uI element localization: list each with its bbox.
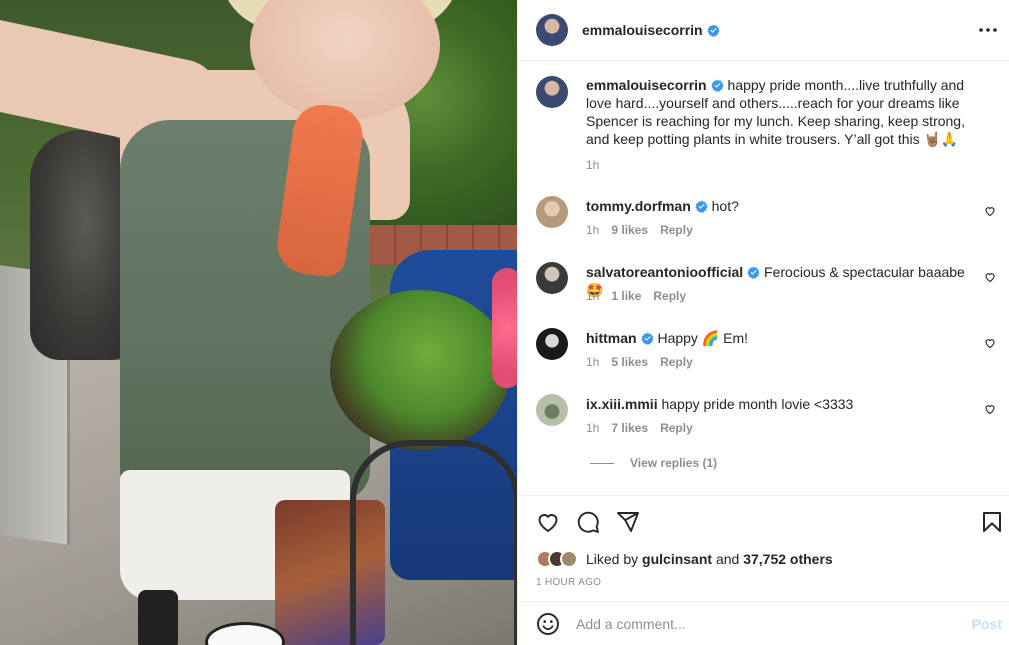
comment-text: happy pride month lovie <3333 bbox=[661, 396, 854, 412]
more-options-button[interactable] bbox=[978, 20, 998, 40]
liked-by-user[interactable]: gulcinsant bbox=[642, 551, 712, 567]
comment-meta: 1h 9 likes Reply bbox=[586, 223, 693, 237]
heart-icon[interactable] bbox=[984, 271, 996, 283]
caption-avatar[interactable] bbox=[536, 76, 568, 108]
comment-meta: 1h 5 likes Reply bbox=[586, 355, 693, 369]
comment-text: Happy 🌈 Em! bbox=[657, 330, 749, 346]
photo-boot bbox=[138, 590, 178, 645]
post-timestamp[interactable]: 1 HOUR AGO bbox=[536, 577, 601, 588]
liked-by: Liked by gulcinsant and 37,752 others bbox=[536, 550, 833, 568]
post-actions: Liked by gulcinsant and 37,752 others 1 … bbox=[518, 495, 1009, 601]
author-name-wrap: emmalouisecorrin bbox=[582, 22, 720, 38]
comment-meta: 1h 1 like Reply bbox=[586, 289, 686, 303]
share-button[interactable] bbox=[616, 510, 640, 534]
smiley-icon bbox=[537, 612, 559, 635]
comment-body: ix.xiii.mmii happy pride month lovie <33… bbox=[586, 395, 976, 413]
heart-icon[interactable] bbox=[984, 205, 996, 217]
comment-avatar[interactable] bbox=[536, 196, 568, 228]
caption-body: emmalouisecorrin happy pride month....li… bbox=[586, 76, 976, 148]
comment-button[interactable] bbox=[576, 510, 600, 534]
comments-section[interactable]: emmalouisecorrin happy pride month....li… bbox=[518, 61, 1009, 495]
verified-badge-icon bbox=[695, 200, 708, 213]
view-replies-divider bbox=[590, 462, 614, 464]
liked-by-connector: and bbox=[715, 551, 740, 567]
post-header: emmalouisecorrin bbox=[518, 0, 1009, 61]
add-comment-bar: Post bbox=[518, 601, 1009, 645]
post-button[interactable]: Post bbox=[972, 616, 1002, 632]
comment-avatar[interactable] bbox=[536, 262, 568, 294]
caption-username[interactable]: emmalouisecorrin bbox=[586, 77, 707, 93]
author-username[interactable]: emmalouisecorrin bbox=[582, 22, 703, 38]
comment-likes[interactable]: 9 likes bbox=[611, 223, 648, 237]
comment-username[interactable]: hittman bbox=[586, 330, 637, 346]
liked-by-prefix: Liked by bbox=[586, 551, 639, 567]
verified-badge-icon bbox=[640, 332, 654, 345]
verified-badge-icon bbox=[710, 79, 724, 92]
caption-time[interactable]: 1h bbox=[586, 158, 599, 172]
reply-button[interactable]: Reply bbox=[660, 355, 693, 369]
comment-icon bbox=[577, 511, 599, 533]
photo-iron-railing bbox=[350, 440, 517, 645]
reply-button[interactable]: Reply bbox=[653, 289, 686, 303]
emoji-button[interactable] bbox=[536, 612, 560, 636]
photo-pink-flowers bbox=[492, 268, 517, 388]
comment-text: hot? bbox=[711, 198, 739, 214]
reply-button[interactable]: Reply bbox=[660, 223, 693, 237]
comment-likes[interactable]: 1 like bbox=[611, 289, 641, 303]
verified-badge-icon bbox=[706, 24, 720, 37]
view-replies-button[interactable]: View replies (1) bbox=[590, 456, 717, 470]
liked-by-text: Liked by gulcinsant and 37,752 others bbox=[586, 551, 833, 567]
comment-likes[interactable]: 7 likes bbox=[611, 421, 648, 435]
comment-meta: 1h 7 likes Reply bbox=[586, 421, 693, 435]
comment-avatar[interactable] bbox=[536, 328, 568, 360]
post-photo[interactable] bbox=[0, 0, 517, 645]
comment-time[interactable]: 1h bbox=[586, 355, 599, 369]
reply-button[interactable]: Reply bbox=[660, 421, 693, 435]
save-button[interactable] bbox=[980, 510, 1004, 534]
caption-meta: 1h bbox=[586, 158, 599, 172]
comment-input[interactable] bbox=[576, 615, 956, 632]
verified-badge-icon bbox=[747, 266, 760, 279]
author-avatar[interactable] bbox=[536, 14, 568, 46]
heart-icon[interactable] bbox=[984, 337, 996, 349]
comment-username[interactable]: tommy.dorfman bbox=[586, 198, 691, 214]
comment-time[interactable]: 1h bbox=[586, 289, 599, 303]
comment-time[interactable]: 1h bbox=[586, 223, 599, 237]
liked-by-others[interactable]: 37,752 others bbox=[743, 551, 833, 567]
action-icons bbox=[536, 510, 640, 534]
comment-username[interactable]: salvatoreantonioofficial bbox=[586, 264, 743, 280]
post-sidebar: emmalouisecorrin emmalouisecorrin happy … bbox=[517, 0, 1009, 645]
heart-icon bbox=[538, 514, 558, 533]
comment-username[interactable]: ix.xiii.mmii bbox=[586, 396, 658, 412]
comment-likes[interactable]: 5 likes bbox=[611, 355, 648, 369]
more-horizontal-icon bbox=[979, 28, 997, 32]
photo-potted-plant bbox=[330, 290, 510, 450]
liker-avatar[interactable] bbox=[560, 550, 578, 568]
bookmark-icon bbox=[983, 512, 1001, 532]
comment-body: tommy.dorfman hot? bbox=[586, 197, 976, 215]
heart-icon[interactable] bbox=[984, 403, 996, 415]
like-button[interactable] bbox=[536, 510, 560, 534]
comment-avatar[interactable] bbox=[536, 394, 568, 426]
comment-time[interactable]: 1h bbox=[586, 421, 599, 435]
view-replies-label: View replies (1) bbox=[630, 456, 718, 470]
share-icon bbox=[617, 512, 639, 532]
comment-body: hittman Happy 🌈 Em! bbox=[586, 329, 976, 347]
